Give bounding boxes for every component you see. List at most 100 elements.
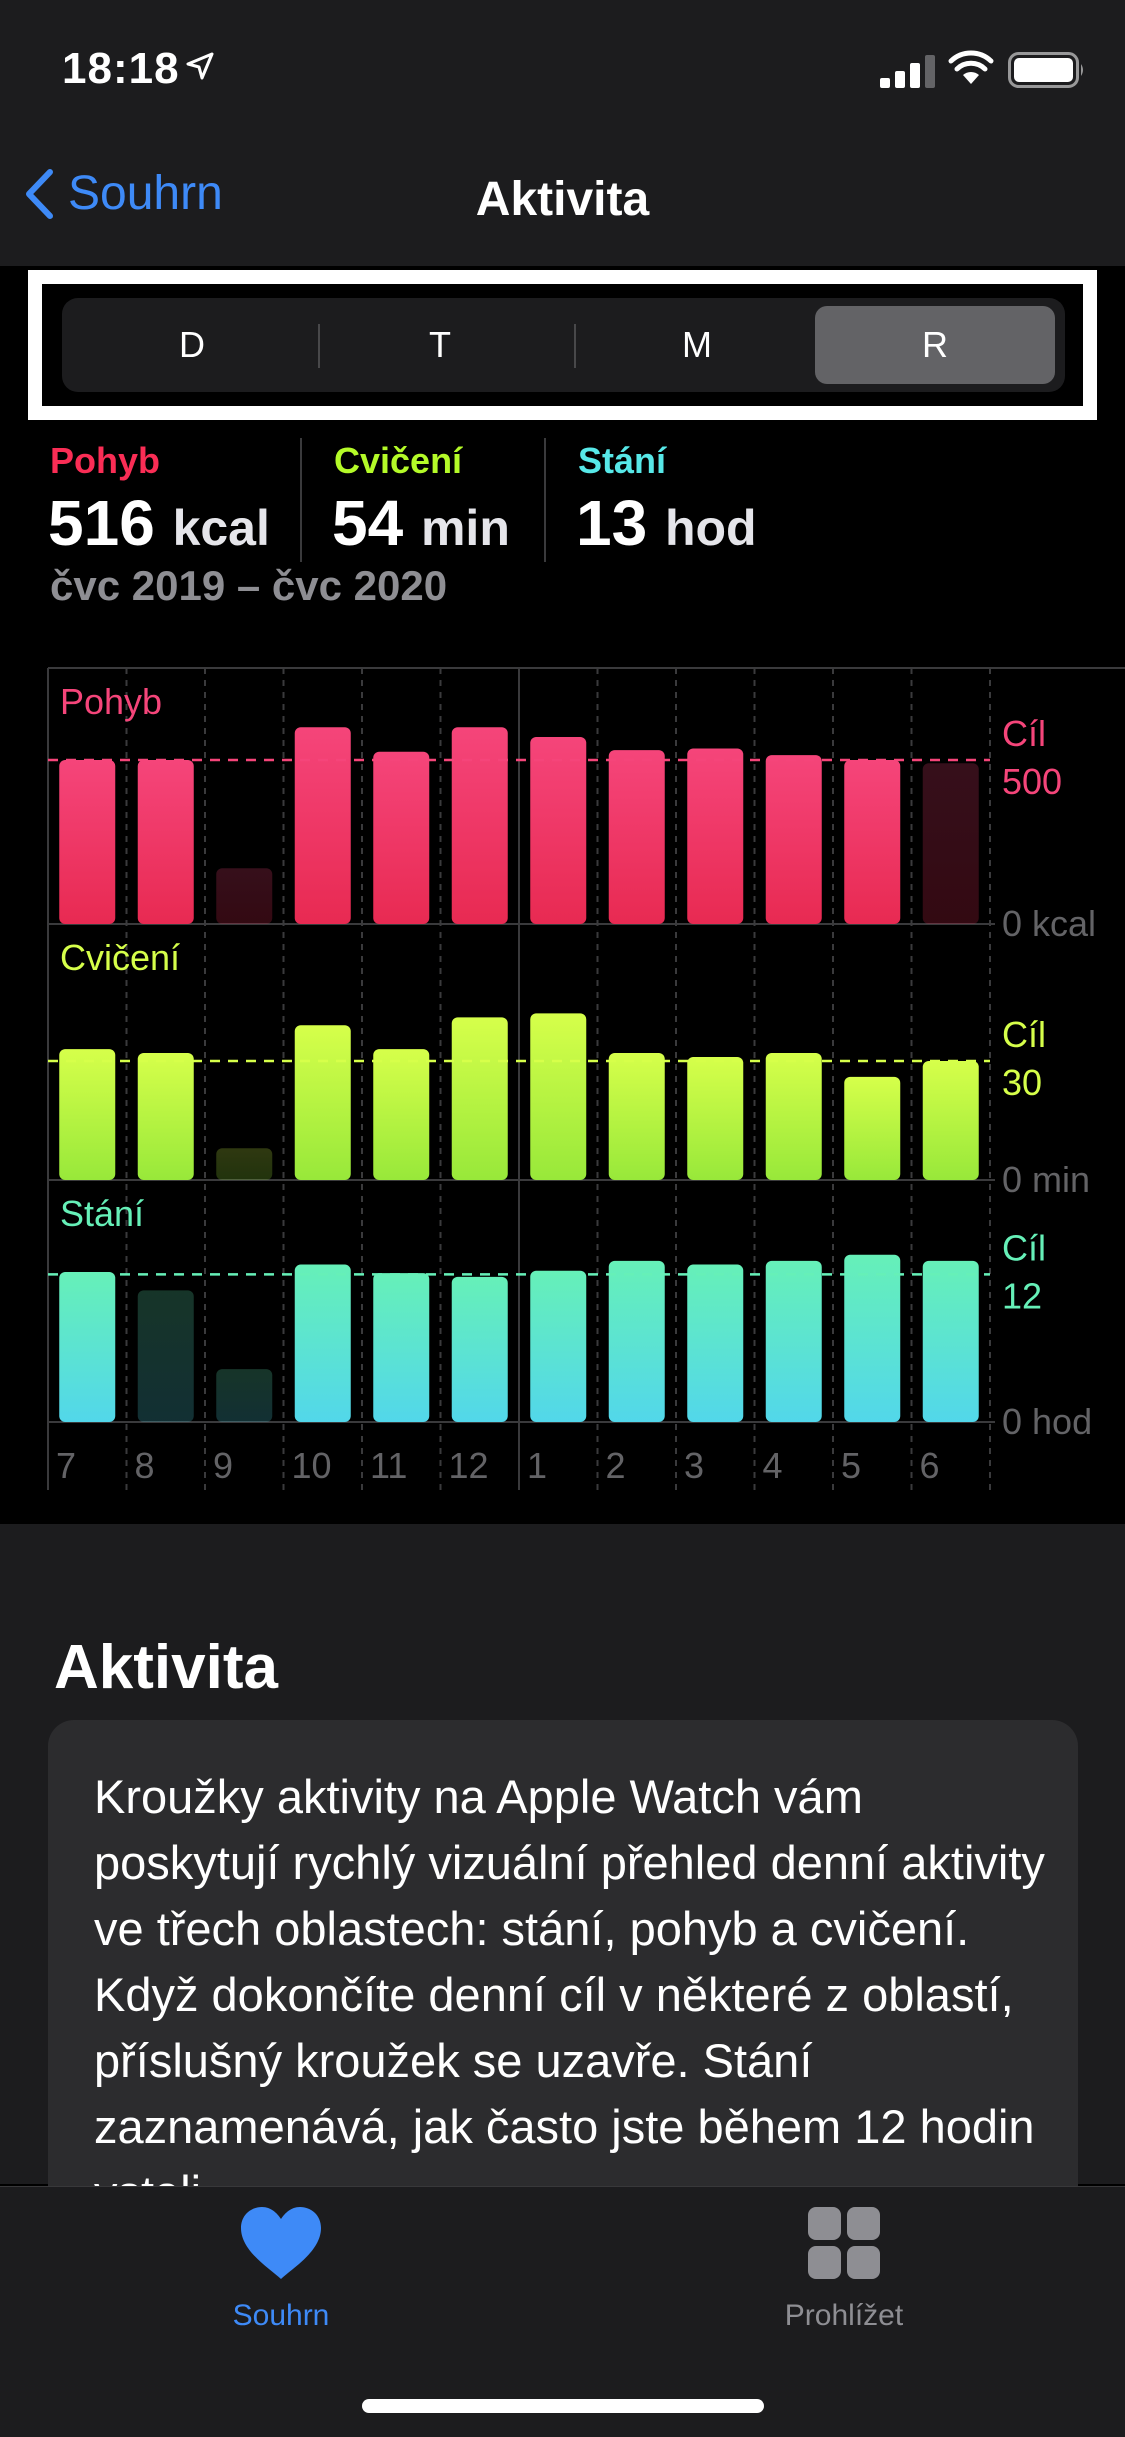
x-tick-label: 12	[449, 1445, 489, 1486]
segment-day[interactable]: D	[72, 306, 312, 384]
bar	[294, 1025, 351, 1180]
bar	[451, 727, 508, 924]
info-text: Kroužky aktivity na Apple Watch vám posk…	[94, 1770, 1045, 2219]
panel-title: Cvičení	[60, 937, 180, 978]
info-section: Aktivita Kroužky aktivity na Apple Watch…	[0, 1524, 1125, 2320]
summary-divider	[544, 438, 546, 562]
tab-bar: Souhrn Prohlížet	[0, 2186, 1125, 2437]
zero-label: 0 hod	[1002, 1401, 1092, 1442]
navigation-header: 18:18 Souhrn Aktivita	[0, 0, 1125, 266]
segmented-control-frame: D T M R	[28, 270, 1097, 420]
exercise-unit: min	[420, 500, 510, 556]
move-value: 516 kcal	[48, 486, 270, 560]
segment-year[interactable]: R	[815, 306, 1055, 384]
bar	[687, 1264, 744, 1422]
x-tick-label: 4	[763, 1445, 783, 1486]
period-segmented-control: D T M R	[62, 298, 1065, 392]
panel-title: Stání	[60, 1193, 144, 1234]
bar	[216, 1369, 273, 1422]
segment-week[interactable]: T	[320, 306, 560, 384]
zero-label: 0 kcal	[1002, 903, 1096, 944]
stand-value: 13 hod	[576, 486, 757, 560]
bar	[608, 1053, 665, 1180]
exercise-value: 54 min	[332, 486, 510, 560]
segment-divider	[574, 324, 576, 368]
activity-chart: Pohyb Cíl 500 0 kcal Cvičení Cíl 30 0 min Stání C…	[47, 667, 1125, 1490]
bar	[137, 760, 194, 924]
bar	[137, 1290, 194, 1422]
stand-unit: hod	[664, 500, 757, 556]
section-title: Aktivita	[54, 1633, 278, 1702]
tab-summary-label: Souhrn	[232, 2299, 330, 2332]
bar	[765, 1053, 822, 1180]
grid-icon	[808, 2207, 880, 2279]
bar	[59, 1049, 116, 1180]
bar	[922, 1260, 979, 1422]
stand-label: Stání	[578, 440, 667, 481]
goal-label: Cíl	[1002, 713, 1046, 754]
bar	[844, 1254, 901, 1422]
exercise-label: Cvičení	[334, 440, 463, 481]
move-label: Pohyb	[50, 440, 161, 481]
battery-icon	[1008, 52, 1083, 88]
page-title: Aktivita	[475, 173, 650, 226]
wifi-icon	[948, 50, 994, 84]
location-arrow-icon	[186, 52, 214, 80]
x-tick-label: 5	[841, 1445, 861, 1486]
bar	[137, 1053, 194, 1180]
segment-month[interactable]: M	[577, 306, 817, 384]
zero-label: 0 min	[1002, 1159, 1090, 1200]
bar	[922, 1060, 979, 1180]
bar	[608, 1260, 665, 1422]
bar	[687, 1057, 744, 1180]
summary-divider	[300, 438, 302, 562]
bar	[216, 1148, 273, 1180]
bar	[530, 737, 587, 924]
x-tick-label: 6	[920, 1445, 940, 1486]
status-time: 18:18	[62, 44, 180, 93]
heart-icon	[241, 2207, 321, 2279]
x-tick-label: 1	[527, 1445, 547, 1486]
bar	[373, 751, 430, 924]
x-tick-label: 7	[56, 1445, 76, 1486]
bar	[530, 1270, 587, 1422]
signal-icon	[880, 55, 935, 88]
goal-value: 12	[1002, 1275, 1042, 1316]
goal-label: Cíl	[1002, 1227, 1046, 1268]
goal-value: 500	[1002, 761, 1062, 802]
x-tick-label: 2	[606, 1445, 626, 1486]
home-indicator	[362, 2399, 764, 2413]
date-range: čvc 2019 – čvc 2020	[50, 562, 448, 609]
bar	[765, 1260, 822, 1422]
bar	[59, 760, 116, 924]
bar	[451, 1276, 508, 1422]
bar	[922, 763, 979, 924]
bar	[844, 1076, 901, 1180]
bar	[373, 1049, 430, 1180]
bar	[687, 748, 744, 924]
tab-summary[interactable]: Souhrn	[131, 2205, 431, 2333]
bar	[294, 1264, 351, 1422]
bar	[373, 1273, 430, 1422]
x-tick-label: 10	[292, 1445, 332, 1486]
goal-label: Cíl	[1002, 1014, 1046, 1055]
move-unit: kcal	[172, 500, 270, 556]
bar	[530, 1013, 587, 1180]
panel-title: Pohyb	[60, 681, 162, 722]
move-number: 516	[48, 487, 155, 559]
x-tick-label: 8	[135, 1445, 155, 1486]
bar	[451, 1017, 508, 1180]
bar	[216, 868, 273, 924]
bar	[608, 750, 665, 924]
bar	[59, 1271, 116, 1422]
x-tick-label: 9	[213, 1445, 233, 1486]
x-tick-label: 11	[370, 1445, 407, 1486]
stand-number: 13	[576, 487, 648, 559]
x-tick-label: 3	[684, 1445, 704, 1486]
tab-browse-label: Prohlížet	[784, 2299, 904, 2332]
tab-browse[interactable]: Prohlížet	[694, 2205, 994, 2333]
bar	[765, 755, 822, 924]
bar	[294, 727, 351, 924]
exercise-number: 54	[332, 487, 404, 559]
goal-value: 30	[1002, 1062, 1042, 1103]
